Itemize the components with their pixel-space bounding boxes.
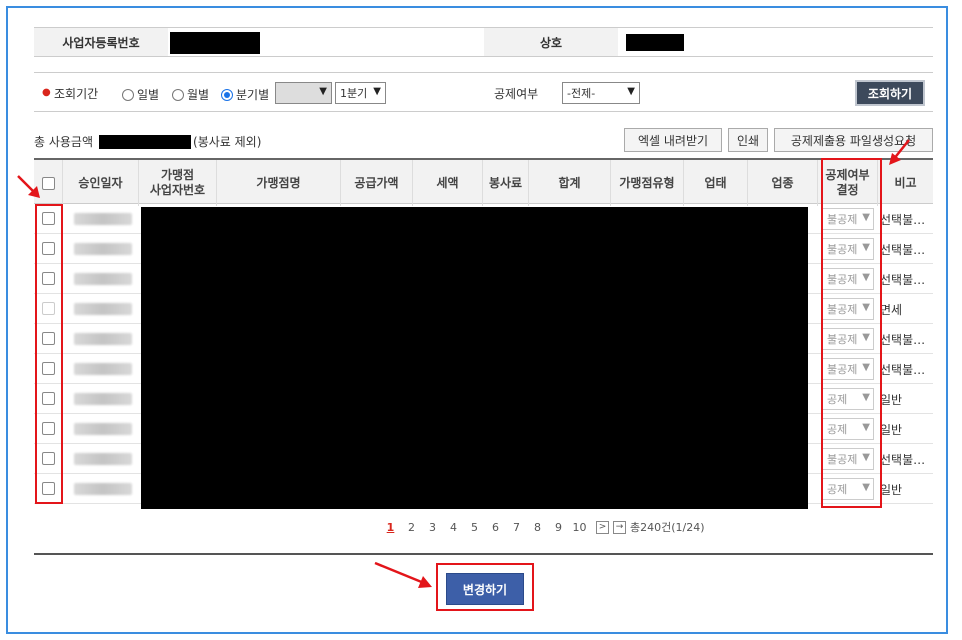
year-select[interactable]: ▼ bbox=[275, 82, 332, 104]
col-merchant-biz-no: 가맹점 사업자번호 bbox=[139, 160, 217, 206]
col-total: 합계 bbox=[529, 160, 611, 206]
page-link[interactable]: 6 bbox=[485, 521, 506, 534]
redacted-amount bbox=[99, 134, 192, 149]
radio-quarterly[interactable]: 분기별 bbox=[221, 86, 269, 103]
col-business-type: 업태 bbox=[684, 160, 748, 206]
biz-reg-label: 사업자등록번호 bbox=[34, 28, 168, 56]
col-supply-amount: 공급가액 bbox=[341, 160, 413, 206]
approval-date-blurred bbox=[74, 303, 132, 315]
quarter-select[interactable]: 1분기 ▼ bbox=[335, 82, 386, 104]
radio-monthly[interactable]: 월별 bbox=[172, 86, 209, 103]
highlight-change-button bbox=[436, 563, 534, 611]
remarks-cell: 일반 bbox=[880, 393, 903, 407]
next-page-icon[interactable]: > bbox=[596, 520, 609, 534]
divider bbox=[34, 553, 933, 555]
page-link[interactable]: 8 bbox=[527, 521, 548, 534]
page-link[interactable]: 9 bbox=[548, 521, 569, 534]
radio-daily[interactable]: 일별 bbox=[122, 86, 159, 103]
total-summary: 총 사용금액 (봉사료 제외) bbox=[34, 133, 261, 150]
page-link[interactable]: 1 bbox=[380, 521, 401, 534]
page-link[interactable]: 2 bbox=[401, 521, 422, 534]
remarks-cell: 선택불… bbox=[880, 453, 926, 467]
approval-date-blurred bbox=[74, 213, 132, 225]
total-label: 총 사용금액 bbox=[34, 135, 94, 149]
chevron-down-icon: ▼ bbox=[373, 86, 381, 97]
remarks-cell: 선택불… bbox=[880, 213, 926, 227]
col-merchant-name: 가맹점명 bbox=[217, 160, 341, 206]
deduction-value: -전제- bbox=[567, 87, 596, 100]
remarks-cell: 면세 bbox=[880, 303, 903, 317]
table-header: 승인일자 가맹점 사업자번호 가맹점명 공급가액 세액 봉사료 합계 가맹점유형… bbox=[34, 158, 933, 206]
radio-monthly-label: 월별 bbox=[187, 88, 210, 102]
chevron-down-icon: ▼ bbox=[319, 86, 327, 97]
page-link[interactable]: 5 bbox=[464, 521, 485, 534]
radio-circle-icon[interactable] bbox=[172, 88, 184, 101]
highlight-checkbox-column bbox=[35, 204, 63, 504]
radio-circle-selected-icon[interactable] bbox=[221, 88, 233, 101]
approval-date-blurred bbox=[74, 333, 132, 345]
required-dot-icon: ● bbox=[42, 87, 51, 98]
approval-date-blurred bbox=[74, 423, 132, 435]
company-label: 상호 bbox=[484, 28, 618, 56]
search-button[interactable]: 조회하기 bbox=[855, 80, 925, 106]
remarks-cell: 일반 bbox=[880, 483, 903, 497]
col-business-item: 업종 bbox=[748, 160, 818, 206]
arrow-icon bbox=[374, 561, 432, 588]
col-approval-date: 승인일자 bbox=[63, 160, 139, 206]
approval-date-blurred bbox=[74, 273, 132, 285]
remarks-cell: 선택불… bbox=[880, 363, 926, 377]
approval-date-blurred bbox=[74, 363, 132, 375]
pagination: 1 2 3 4 5 6 7 8 9 10 > → 총240건(1/24) bbox=[380, 519, 705, 535]
approval-date-blurred bbox=[74, 453, 132, 465]
print-button[interactable]: 인쇄 bbox=[728, 128, 768, 152]
business-info-row: 사업자등록번호 상호 bbox=[34, 27, 933, 57]
period-label: 조회기간 bbox=[54, 87, 99, 101]
deduction-select[interactable]: -전제- ▼ bbox=[562, 82, 640, 104]
search-filter-bar: ● 조회기간 일별 월별 분기별 ▼ 1분기 ▼ 공제여부 -전제- ▼ 조회하… bbox=[34, 72, 933, 112]
highlight-deduction-column bbox=[821, 158, 882, 508]
radio-daily-label: 일별 bbox=[137, 88, 160, 102]
approval-date-blurred bbox=[74, 483, 132, 495]
quarter-value: 1분기 bbox=[340, 87, 368, 100]
biz-reg-value bbox=[168, 28, 484, 56]
radio-circle-icon[interactable] bbox=[122, 88, 134, 101]
excluded-note: (봉사료 제외) bbox=[193, 135, 262, 149]
redacted-table-region bbox=[141, 207, 808, 509]
page-link[interactable]: 7 bbox=[506, 521, 527, 534]
page-link[interactable]: 4 bbox=[443, 521, 464, 534]
approval-date-blurred bbox=[74, 393, 132, 405]
remarks-cell: 선택불… bbox=[880, 333, 926, 347]
remarks-cell: 선택불… bbox=[880, 243, 926, 257]
col-merchant-biz-no-line2: 사업자번호 bbox=[149, 183, 206, 197]
excel-download-button[interactable]: 엑셀 내려받기 bbox=[624, 128, 722, 152]
col-merchant-biz-no-line1: 가맹점 bbox=[160, 168, 195, 182]
col-service-fee: 봉사료 bbox=[483, 160, 529, 206]
total-count: 총240건(1/24) bbox=[630, 521, 705, 534]
chevron-down-icon: ▼ bbox=[627, 86, 635, 97]
page-link[interactable]: 10 bbox=[569, 521, 590, 534]
approval-date-blurred bbox=[74, 243, 132, 255]
arrow-icon bbox=[17, 175, 40, 198]
company-value bbox=[618, 28, 933, 56]
remarks-cell: 선택불… bbox=[880, 273, 926, 287]
col-tax: 세액 bbox=[413, 160, 483, 206]
last-page-icon[interactable]: → bbox=[613, 520, 626, 534]
col-merchant-type: 가맹점유형 bbox=[611, 160, 684, 206]
remarks-cell: 일반 bbox=[880, 423, 903, 437]
arrow-icon bbox=[889, 139, 910, 165]
deduction-label: 공제여부 bbox=[494, 87, 539, 101]
page-link[interactable]: 3 bbox=[422, 521, 443, 534]
radio-quarterly-label: 분기별 bbox=[236, 88, 270, 102]
